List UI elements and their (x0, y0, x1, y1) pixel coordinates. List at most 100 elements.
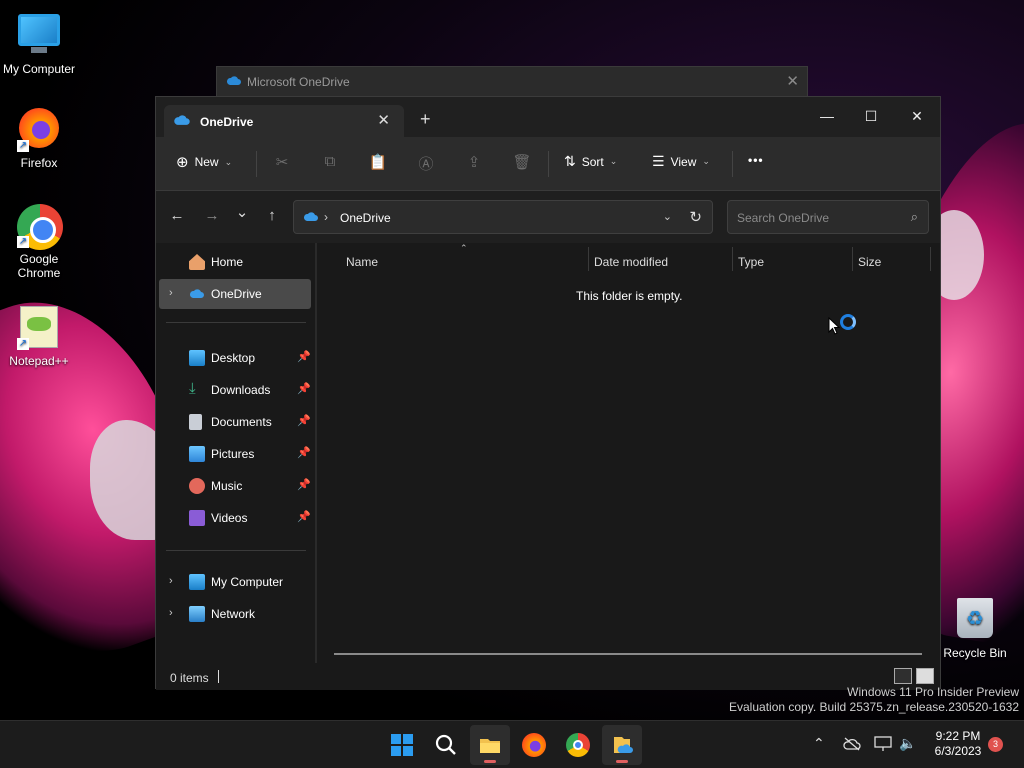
column-header-date-modified[interactable]: Date modified (594, 255, 668, 269)
expand-chevron-icon[interactable]: › (169, 575, 173, 587)
chevron-down-icon[interactable]: ⌄ (663, 210, 672, 223)
expand-chevron-icon[interactable]: › (169, 607, 173, 619)
file-explorer-window: OneDrive ✕ + — ☐ ✕ ⊕ New ⌄ ✂ ⧉ 📋 Ⓐ ⇪ 🗑 ⇅… (155, 96, 941, 690)
delete-icon[interactable]: 🗑 (512, 153, 532, 173)
desktop-icon-notepadpp[interactable]: ↗ Notepad++ (1, 306, 77, 368)
new-button[interactable]: ⊕ New ⌄ (176, 153, 232, 171)
back-arrow-icon[interactable]: ← (167, 207, 187, 224)
breadcrumb[interactable]: OneDrive (340, 211, 391, 225)
divider (166, 550, 306, 551)
pin-icon[interactable]: 📌 (297, 414, 311, 427)
document-icon (189, 414, 202, 430)
nav-item-label: Desktop (211, 351, 256, 365)
column-header-size[interactable]: Size (858, 255, 881, 269)
forward-arrow-icon[interactable]: → (202, 207, 222, 224)
nav-item-label: Music (211, 479, 243, 493)
pin-icon[interactable]: 📌 (297, 382, 311, 395)
view-button[interactable]: ☰ View ⌄ (652, 153, 710, 170)
details-view-icon[interactable] (894, 668, 912, 684)
search-button[interactable] (426, 725, 466, 765)
paste-icon[interactable]: 📋 (368, 153, 388, 173)
item-count: 0 items (170, 671, 209, 685)
column-separator[interactable] (930, 247, 931, 271)
taskbar-onedrive[interactable] (602, 725, 642, 765)
taskbar-file-explorer[interactable] (470, 725, 510, 765)
column-header-type[interactable]: Type (738, 255, 764, 269)
nav-item-network[interactable]: › Network (159, 599, 311, 629)
rename-icon[interactable]: Ⓐ (416, 153, 436, 173)
sort-button[interactable]: ⇅ Sort ⌄ (564, 153, 617, 170)
show-hidden-icons-chevron-icon[interactable]: ⌃ (813, 735, 825, 752)
close-tab-icon[interactable]: ✕ (377, 111, 390, 129)
search-input[interactable]: Search OneDrive ⌕ (727, 200, 929, 234)
minimize-button[interactable]: — (804, 103, 850, 129)
active-indicator (484, 760, 496, 763)
nav-item-videos[interactable]: Videos 📌 (159, 503, 311, 533)
desktop-icon-firefox[interactable]: ↗ Firefox (1, 106, 77, 170)
column-header-name[interactable]: Name (346, 255, 378, 269)
cut-icon[interactable]: ✂ (272, 153, 292, 173)
pin-icon[interactable]: 📌 (297, 446, 311, 459)
new-tab-button[interactable]: + (420, 109, 431, 130)
onedrive-offline-cloud-icon[interactable] (843, 737, 861, 751)
nav-item-music[interactable]: Music 📌 (159, 471, 311, 501)
chevron-down-icon: ⌄ (609, 156, 618, 166)
address-bar[interactable]: › OneDrive ⌄ ↻ (293, 200, 713, 234)
firefox-icon: ↗ (17, 108, 61, 152)
recent-locations-icon[interactable]: ⌄ (232, 203, 252, 221)
pin-icon[interactable]: 📌 (297, 350, 311, 363)
file-list[interactable]: ⌃ Name Date modified Type Size This fold… (318, 243, 940, 663)
chrome-icon: ↗ (17, 204, 63, 250)
column-separator[interactable] (588, 247, 589, 271)
video-icon (189, 510, 205, 526)
expand-chevron-icon[interactable]: › (169, 287, 173, 299)
watermark-line1: Windows 11 Pro Insider Preview (847, 685, 1019, 699)
up-arrow-icon[interactable]: ↑ (262, 207, 282, 224)
network-icon[interactable] (874, 736, 892, 752)
desktop-icon-my-computer[interactable]: My Computer (1, 10, 77, 76)
nav-item-desktop[interactable]: Desktop 📌 (159, 343, 311, 373)
horizontal-scrollbar[interactable] (334, 653, 922, 655)
notepadpp-icon: ↗ (17, 306, 61, 350)
navigation-pane: Home › OneDrive Desktop 📌 ⤓ Downloads 📌 … (156, 243, 316, 663)
separator (548, 151, 549, 177)
onedrive-background-window[interactable]: Microsoft OneDrive ✕ (216, 66, 808, 98)
close-window-button[interactable]: ✕ (894, 103, 940, 129)
home-icon (189, 254, 205, 270)
start-button[interactable] (382, 725, 422, 765)
nav-item-pictures[interactable]: Pictures 📌 (159, 439, 311, 469)
watermark-line2: Evaluation copy. Build 25375.zn_release.… (729, 700, 1019, 714)
search-icon: ⌕ (910, 209, 918, 224)
large-icons-view-icon[interactable] (916, 668, 934, 684)
nav-item-downloads[interactable]: ⤓ Downloads 📌 (159, 375, 311, 405)
nav-item-home[interactable]: Home (159, 247, 311, 277)
share-icon[interactable]: ⇪ (464, 153, 484, 173)
nav-item-documents[interactable]: Documents 📌 (159, 407, 311, 437)
pin-icon[interactable]: 📌 (297, 478, 311, 491)
cloud-icon (174, 115, 190, 125)
copy-icon[interactable]: ⧉ (320, 153, 340, 173)
notification-badge[interactable]: 3 (988, 737, 1003, 752)
nav-item-onedrive[interactable]: › OneDrive (159, 279, 311, 309)
desktop-icon-chrome[interactable]: ↗ Google Chrome (1, 204, 77, 280)
nav-item-label: Documents (211, 415, 272, 429)
tab-onedrive[interactable]: OneDrive ✕ (164, 105, 404, 137)
column-separator[interactable] (732, 247, 733, 271)
taskbar-firefox[interactable] (514, 725, 554, 765)
column-separator[interactable] (852, 247, 853, 271)
picture-icon (189, 446, 205, 462)
pin-icon[interactable]: 📌 (297, 510, 311, 523)
more-options-icon[interactable]: ••• (748, 153, 764, 167)
taskbar-clock[interactable]: 9:22 PM 6/3/2023 (930, 729, 986, 759)
desktop-icon-label: My Computer (2, 62, 76, 76)
nav-item-label: My Computer (211, 575, 284, 589)
pane-splitter[interactable] (315, 243, 317, 663)
refresh-icon[interactable]: ↻ (689, 208, 702, 226)
maximize-button[interactable]: ☐ (848, 103, 894, 129)
desktop-icon-recycle-bin[interactable]: Recycle Bin (937, 598, 1013, 660)
loading-spinner-icon (840, 314, 856, 330)
taskbar-chrome[interactable] (558, 725, 598, 765)
nav-item-my-computer[interactable]: › My Computer (159, 567, 311, 597)
close-icon[interactable]: ✕ (786, 72, 799, 90)
volume-icon[interactable]: 🔈 (899, 735, 916, 752)
